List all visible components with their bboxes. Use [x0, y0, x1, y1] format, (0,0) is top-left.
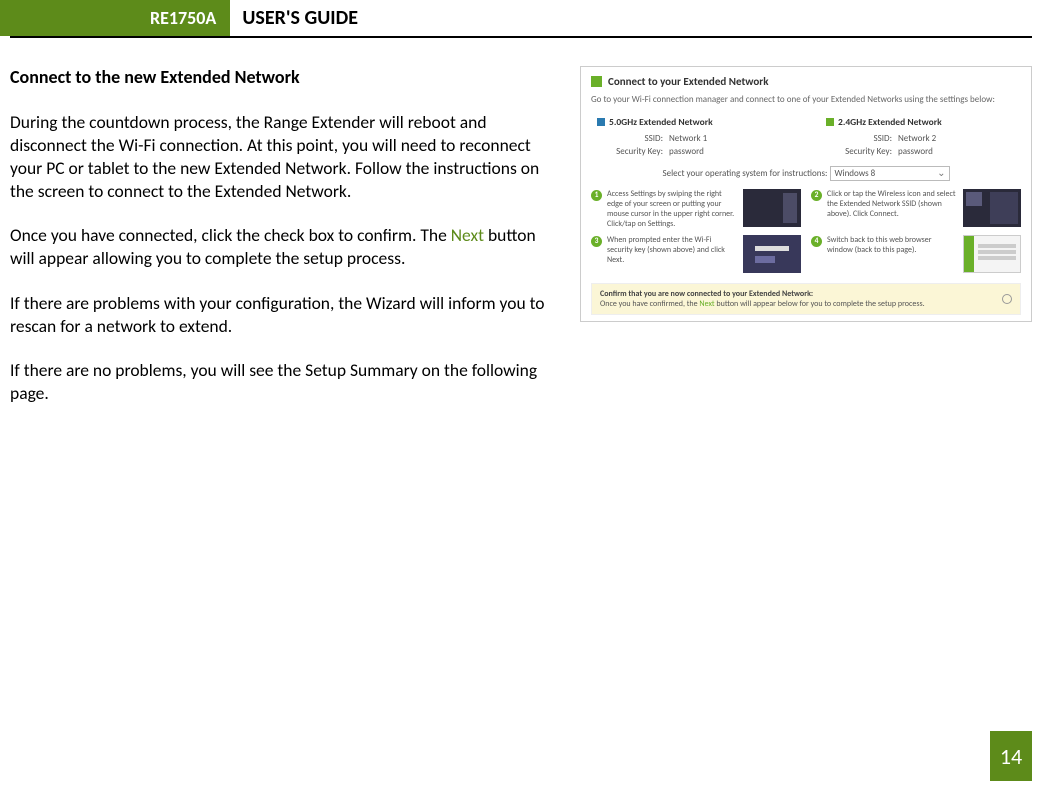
steps-grid: 1 Access Settings by swiping the right e…: [591, 189, 1021, 273]
confirm-banner: Confirm that you are now connected to yo…: [591, 283, 1021, 315]
paragraph-3: If there are problems with your configur…: [10, 292, 560, 338]
band-5ghz: 5.0GHz Extended Network SSID:Network 1 S…: [597, 116, 786, 158]
confirm-radio[interactable]: [1002, 294, 1012, 304]
section-heading: Connect to the new Extended Network: [10, 66, 560, 89]
confirm-text: Confirm that you are now connected to yo…: [600, 289, 925, 309]
step-2-badge: 2: [811, 190, 822, 201]
doc-header: RE1750A USER'S GUIDE: [10, 0, 1032, 38]
step-1-text: Access Settings by swiping the right edg…: [607, 189, 738, 229]
step-4-text: Switch back to this web browser window (…: [827, 235, 958, 255]
os-select-row: Select your operating system for instruc…: [591, 166, 1021, 181]
step-4-badge: 4: [811, 236, 822, 247]
text-column: Connect to the new Extended Network Duri…: [10, 66, 560, 427]
paragraph-2: Once you have connected, click the check…: [10, 224, 560, 270]
square-bullet-icon: [591, 76, 602, 87]
step-3-thumb: [743, 235, 801, 273]
figure-column: Connect to your Extended Network Go to y…: [580, 66, 1032, 427]
step-2: 2 Click or tap the Wireless icon and sel…: [811, 189, 1021, 229]
step-4: 4 Switch back to this web browser window…: [811, 235, 1021, 273]
p2-part-a: Once you have connected, click the check…: [10, 224, 451, 246]
step-1-badge: 1: [591, 190, 602, 201]
network-bands: 5.0GHz Extended Network SSID:Network 1 S…: [591, 116, 1021, 158]
os-select-label: Select your operating system for instruc…: [663, 168, 828, 179]
band-5ghz-key: Security Key:password: [597, 145, 786, 158]
step-2-text: Click or tap the Wireless icon and selec…: [827, 189, 958, 219]
step-1: 1 Access Settings by swiping the right e…: [591, 189, 801, 229]
page-number-badge: 14: [990, 731, 1032, 781]
next-keyword: Next: [451, 224, 484, 246]
wizard-screenshot: Connect to your Extended Network Go to y…: [580, 66, 1032, 322]
band-24ghz-head: 2.4GHz Extended Network: [826, 116, 1015, 128]
os-select-value: Windows 8: [835, 168, 876, 179]
fig-title-row: Connect to your Extended Network: [591, 75, 1021, 88]
green-square-icon: [826, 118, 834, 126]
page-content: Connect to the new Extended Network Duri…: [0, 38, 1042, 427]
model-tab: RE1750A: [0, 0, 230, 36]
step-1-thumb: [743, 189, 801, 227]
paragraph-4: If there are no problems, you will see t…: [10, 359, 560, 405]
band-5ghz-ssid: SSID:Network 1: [597, 132, 786, 145]
band-24ghz-key: Security Key:password: [826, 145, 1015, 158]
band-24ghz: 2.4GHz Extended Network SSID:Network 2 S…: [826, 116, 1015, 158]
band-5ghz-label: 5.0GHz Extended Network: [609, 116, 713, 128]
step-3-text: When prompted enter the Wi-Fi security k…: [607, 235, 738, 265]
fig-subtitle: Go to your Wi-Fi connection manager and …: [591, 94, 1021, 106]
paragraph-1: During the countdown process, the Range …: [10, 111, 560, 202]
band-5ghz-head: 5.0GHz Extended Network: [597, 116, 786, 128]
confirm-next: Next: [699, 299, 714, 309]
step-4-thumb: [963, 235, 1021, 273]
page-number: 14: [1000, 743, 1022, 770]
model-label: RE1750A: [150, 7, 216, 29]
step-3-badge: 3: [591, 236, 602, 247]
confirm-b: button will appear below for you to comp…: [715, 299, 925, 309]
confirm-a: Once you have confirmed, the: [600, 299, 699, 309]
confirm-bold: Confirm that you are now connected to yo…: [600, 289, 813, 299]
band-24ghz-ssid: SSID:Network 2: [826, 132, 1015, 145]
band-24ghz-label: 2.4GHz Extended Network: [838, 116, 942, 128]
blue-square-icon: [597, 118, 605, 126]
step-2-thumb: [963, 189, 1021, 227]
step-3: 3 When prompted enter the Wi-Fi security…: [591, 235, 801, 273]
doc-title: USER'S GUIDE: [230, 0, 358, 36]
os-select[interactable]: Windows 8: [830, 166, 950, 181]
fig-title: Connect to your Extended Network: [608, 75, 769, 88]
